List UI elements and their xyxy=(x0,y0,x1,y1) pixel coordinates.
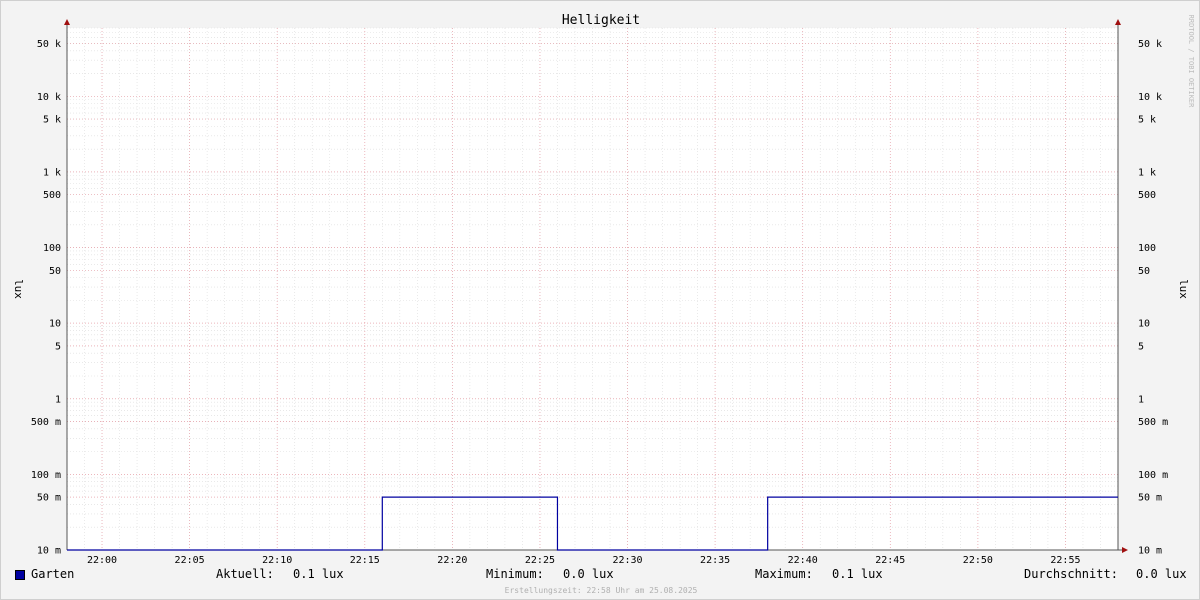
legend-series-name: Garten xyxy=(31,567,75,581)
x-tick-label: 22:15 xyxy=(350,555,380,566)
chart-canvas: 10 m 10 m 50 m 50 m 100 m 100 m 500 m 500 m 1 1 5 5… xyxy=(12,13,1195,595)
y-tick-label-right: 10 xyxy=(1138,319,1150,330)
maximum-value: 0.1 lux xyxy=(832,567,883,581)
x-tick-label: 22:50 xyxy=(963,555,993,566)
y-tick-label-left: 5 xyxy=(55,341,61,352)
y-tick-label-right: 100 m xyxy=(1138,470,1168,481)
durchschnitt-value: 0.0 lux xyxy=(1136,567,1187,581)
y-tick-label-right: 50 k xyxy=(1138,39,1162,50)
y-tick-label-left: 10 m xyxy=(37,546,61,557)
y-tick-label-left: 500 m xyxy=(31,417,61,428)
legend: Garten Aktuell: 0.1 lux Minimum: 0.0 lux… xyxy=(1,567,1199,585)
y-tick-label-left: 1 xyxy=(55,394,61,405)
y-tick-label-right: 1 xyxy=(1138,394,1144,405)
y-tick-label-left: 1 k xyxy=(43,167,61,178)
x-tick-label: 22:00 xyxy=(87,555,117,566)
x-tick-label: 22:10 xyxy=(262,555,292,566)
y-tick-label-left: 50 k xyxy=(37,39,61,50)
y-tick-label-right: 500 m xyxy=(1138,417,1168,428)
aktuell-label: Aktuell: xyxy=(216,567,274,581)
y-tick-label-left: 50 m xyxy=(37,493,61,504)
legend-swatch xyxy=(15,570,25,580)
y-axis-arrow-left xyxy=(64,19,70,25)
y-tick-label-right: 10 m xyxy=(1138,546,1162,557)
x-tick-label: 22:35 xyxy=(700,555,730,566)
x-tick-label: 22:40 xyxy=(788,555,818,566)
y-tick-label-right: 50 m xyxy=(1138,493,1162,504)
minimum-label: Minimum: xyxy=(486,567,544,581)
x-tick-label: 22:30 xyxy=(612,555,642,566)
durchschnitt-label: Durchschnitt: xyxy=(1024,567,1118,581)
aktuell-value: 0.1 lux xyxy=(293,567,344,581)
x-tick-label: 22:55 xyxy=(1050,555,1080,566)
chart-title: Helligkeit xyxy=(562,13,640,28)
x-tick-label: 22:25 xyxy=(525,555,555,566)
y-tick-label-left: 10 k xyxy=(37,92,61,103)
x-tick-label: 22:45 xyxy=(875,555,905,566)
x-axis-arrow xyxy=(1122,547,1128,553)
chart-window: 10 m 10 m 50 m 50 m 100 m 100 m 500 m 500 m 1 1 5 5… xyxy=(0,0,1200,600)
maximum-label: Maximum: xyxy=(755,567,813,581)
y-tick-label-right: 500 xyxy=(1138,190,1156,201)
y-tick-label-left: 500 xyxy=(43,190,61,201)
x-tick-label: 22:05 xyxy=(175,555,205,566)
y-tick-label-right: 5 xyxy=(1138,341,1144,352)
y-tick-label-left: 50 xyxy=(49,266,61,277)
creation-time: Erstellungszeit: 22:58 Uhr am 25.08.2025 xyxy=(505,586,698,595)
y-axis-label-left: lux xyxy=(12,279,25,299)
watermark: RRDTOOL / TOBI OETIKER xyxy=(1187,15,1195,109)
y-tick-label-left: 10 xyxy=(49,319,61,330)
x-tick-label: 22:20 xyxy=(437,555,467,566)
y-tick-label-left: 5 k xyxy=(43,115,61,126)
y-tick-label-left: 100 xyxy=(43,243,61,254)
y-tick-label-right: 5 k xyxy=(1138,115,1156,126)
y-axis-arrow-right xyxy=(1115,19,1121,25)
y-axis-label-right: lux xyxy=(1177,279,1190,299)
y-tick-label-left: 100 m xyxy=(31,470,61,481)
y-tick-label-right: 10 k xyxy=(1138,92,1162,103)
y-tick-label-right: 50 xyxy=(1138,266,1150,277)
minimum-value: 0.0 lux xyxy=(563,567,614,581)
y-tick-label-right: 100 xyxy=(1138,243,1156,254)
y-tick-label-right: 1 k xyxy=(1138,167,1156,178)
